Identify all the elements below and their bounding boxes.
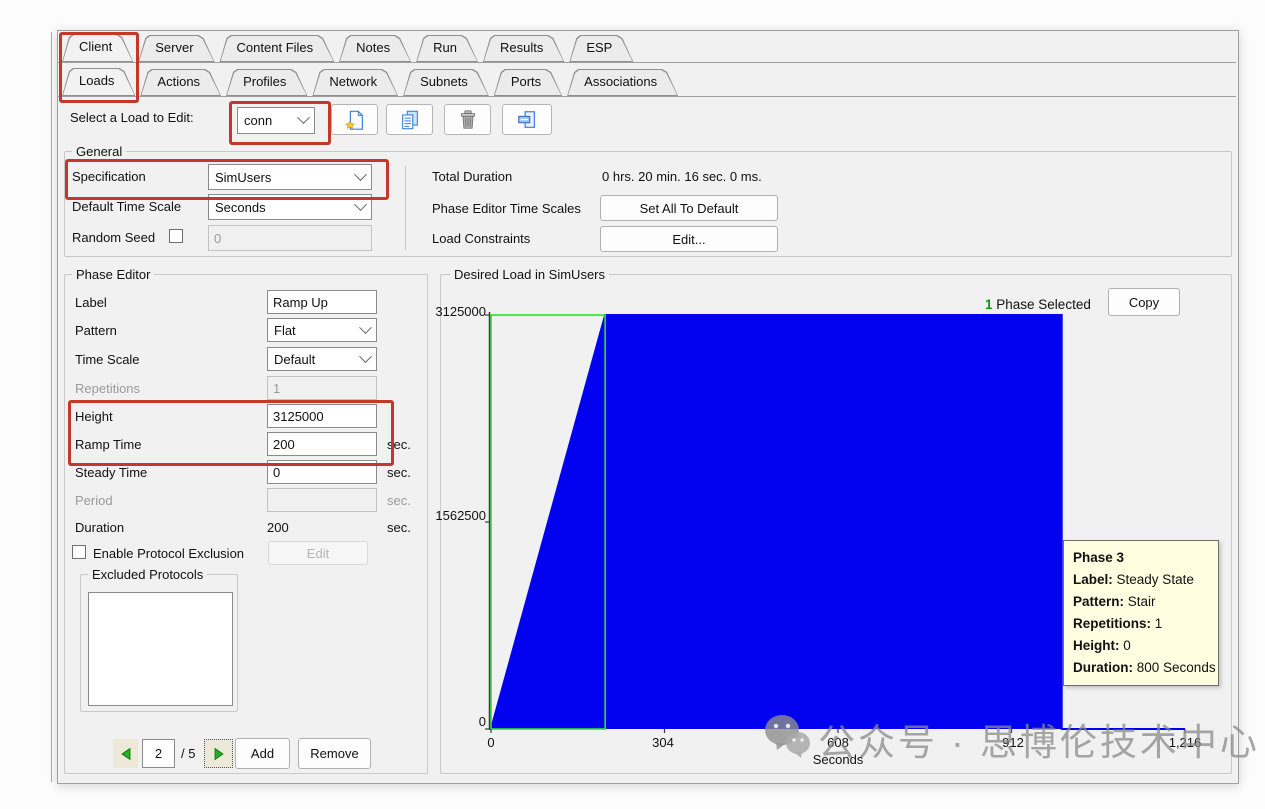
- tab-results[interactable]: Results: [483, 35, 564, 62]
- screenshot-stage: Client Server Content Files Notes Run Re…: [0, 0, 1265, 809]
- tab-network[interactable]: Network: [312, 69, 398, 96]
- tab-esp[interactable]: ESP: [569, 35, 633, 62]
- next-phase-icon: [212, 747, 226, 761]
- primary-tab-bar: Client Server Content Files Notes Run Re…: [62, 35, 638, 62]
- phase-number-input[interactable]: [142, 739, 175, 768]
- chevron-down-icon: [297, 111, 310, 124]
- steady-time-input[interactable]: [267, 460, 377, 484]
- copy-load-icon: [399, 109, 421, 131]
- tab-actions[interactable]: Actions: [140, 69, 221, 96]
- select-load-label: Select a Load to Edit:: [70, 110, 194, 125]
- height-label: Height: [75, 409, 113, 424]
- chevron-down-icon: [359, 321, 372, 334]
- tab-profiles[interactable]: Profiles: [226, 69, 307, 96]
- tab-client[interactable]: Client: [62, 34, 133, 62]
- tab-loads[interactable]: Loads: [62, 68, 135, 96]
- phase-editor-group-title: Phase Editor: [72, 267, 154, 282]
- new-load-button[interactable]: [331, 104, 378, 135]
- chevron-down-icon: [354, 168, 367, 181]
- total-duration-label: Total Duration: [432, 169, 512, 184]
- protocol-exclusion-edit-button: Edit: [268, 541, 368, 565]
- delete-load-button[interactable]: [444, 104, 491, 135]
- time-scale-label: Time Scale: [75, 352, 140, 367]
- load-constraints-label: Load Constraints: [432, 231, 530, 246]
- set-all-to-default-button[interactable]: Set All To Default: [600, 195, 778, 221]
- ramp-time-unit: sec.: [387, 437, 411, 452]
- tab-notes[interactable]: Notes: [339, 35, 411, 62]
- copy-load-button[interactable]: [386, 104, 433, 135]
- load-chart-svg[interactable]: [440, 274, 1232, 774]
- add-phase-button[interactable]: Add: [235, 738, 290, 769]
- tooltip-title: Phase 3: [1073, 550, 1124, 565]
- prev-phase-icon: [119, 747, 133, 761]
- phase-total-label: / 5: [181, 746, 195, 761]
- left-panel-splitter[interactable]: [51, 32, 52, 782]
- chevron-down-icon: [359, 350, 372, 363]
- specification-label: Specification: [72, 169, 146, 184]
- label-input[interactable]: [267, 290, 377, 314]
- steady-time-unit: sec.: [387, 465, 411, 480]
- duration-label: Duration: [75, 520, 124, 535]
- secondary-tab-bar: Loads Actions Profiles Network Subnets P…: [62, 69, 683, 96]
- ramp-time-input[interactable]: [267, 432, 377, 456]
- repetitions-label: Repetitions: [75, 381, 140, 396]
- ramp-time-label: Ramp Time: [75, 437, 141, 452]
- time-scale-combobox[interactable]: Default: [267, 347, 377, 371]
- primary-tab-baseline: [58, 62, 1236, 63]
- enable-protocol-exclusion-label: Enable Protocol Exclusion: [93, 546, 244, 561]
- random-seed-input: [208, 225, 372, 251]
- label-label: Label: [75, 295, 107, 310]
- steady-time-label: Steady Time: [75, 465, 147, 480]
- load-constraints-edit-button[interactable]: Edit...: [600, 226, 778, 252]
- general-group-title: General: [72, 144, 126, 159]
- previous-phase-button[interactable]: [113, 739, 138, 768]
- new-load-icon: [344, 109, 366, 131]
- default-time-scale-label: Default Time Scale: [72, 199, 181, 214]
- phase-tooltip: Phase 3 Label: Steady State Pattern: Sta…: [1063, 540, 1219, 686]
- period-unit: sec.: [387, 493, 411, 508]
- tab-subnets[interactable]: Subnets: [403, 69, 489, 96]
- random-seed-label: Random Seed: [72, 230, 155, 245]
- delete-load-icon: [457, 109, 479, 131]
- next-phase-button[interactable]: [204, 739, 233, 768]
- rename-load-button[interactable]: [502, 104, 552, 135]
- load-combobox-value: conn: [244, 113, 293, 128]
- tab-server[interactable]: Server: [138, 35, 214, 62]
- enable-protocol-exclusion-checkbox[interactable]: [72, 545, 86, 559]
- general-divider: [405, 166, 406, 250]
- pattern-label: Pattern: [75, 323, 117, 338]
- period-input: [267, 488, 377, 512]
- tab-run[interactable]: Run: [416, 35, 478, 62]
- period-label: Period: [75, 493, 113, 508]
- pattern-combobox[interactable]: Flat: [267, 318, 377, 342]
- duration-unit: sec.: [387, 520, 411, 535]
- excluded-protocols-listbox[interactable]: [88, 592, 233, 706]
- duration-value: 200: [267, 520, 289, 535]
- default-time-scale-combobox[interactable]: Seconds: [208, 194, 372, 220]
- secondary-tab-baseline: [58, 96, 1236, 97]
- height-input[interactable]: [267, 404, 377, 428]
- tab-associations[interactable]: Associations: [567, 69, 678, 96]
- total-duration-value: 0 hrs. 20 min. 16 sec. 0 ms.: [602, 169, 762, 184]
- tab-ports[interactable]: Ports: [494, 69, 562, 96]
- specification-combobox[interactable]: SimUsers: [208, 164, 372, 190]
- phase-editor-time-scales-label: Phase Editor Time Scales: [432, 201, 581, 216]
- random-seed-checkbox[interactable]: [169, 229, 183, 243]
- tab-content-files[interactable]: Content Files: [220, 35, 335, 62]
- repetitions-input: [267, 376, 377, 400]
- rename-load-icon: [516, 109, 538, 131]
- excluded-protocols-title: Excluded Protocols: [88, 567, 207, 582]
- load-combobox[interactable]: conn: [237, 107, 315, 134]
- remove-phase-button[interactable]: Remove: [298, 738, 371, 769]
- chevron-down-icon: [354, 198, 367, 211]
